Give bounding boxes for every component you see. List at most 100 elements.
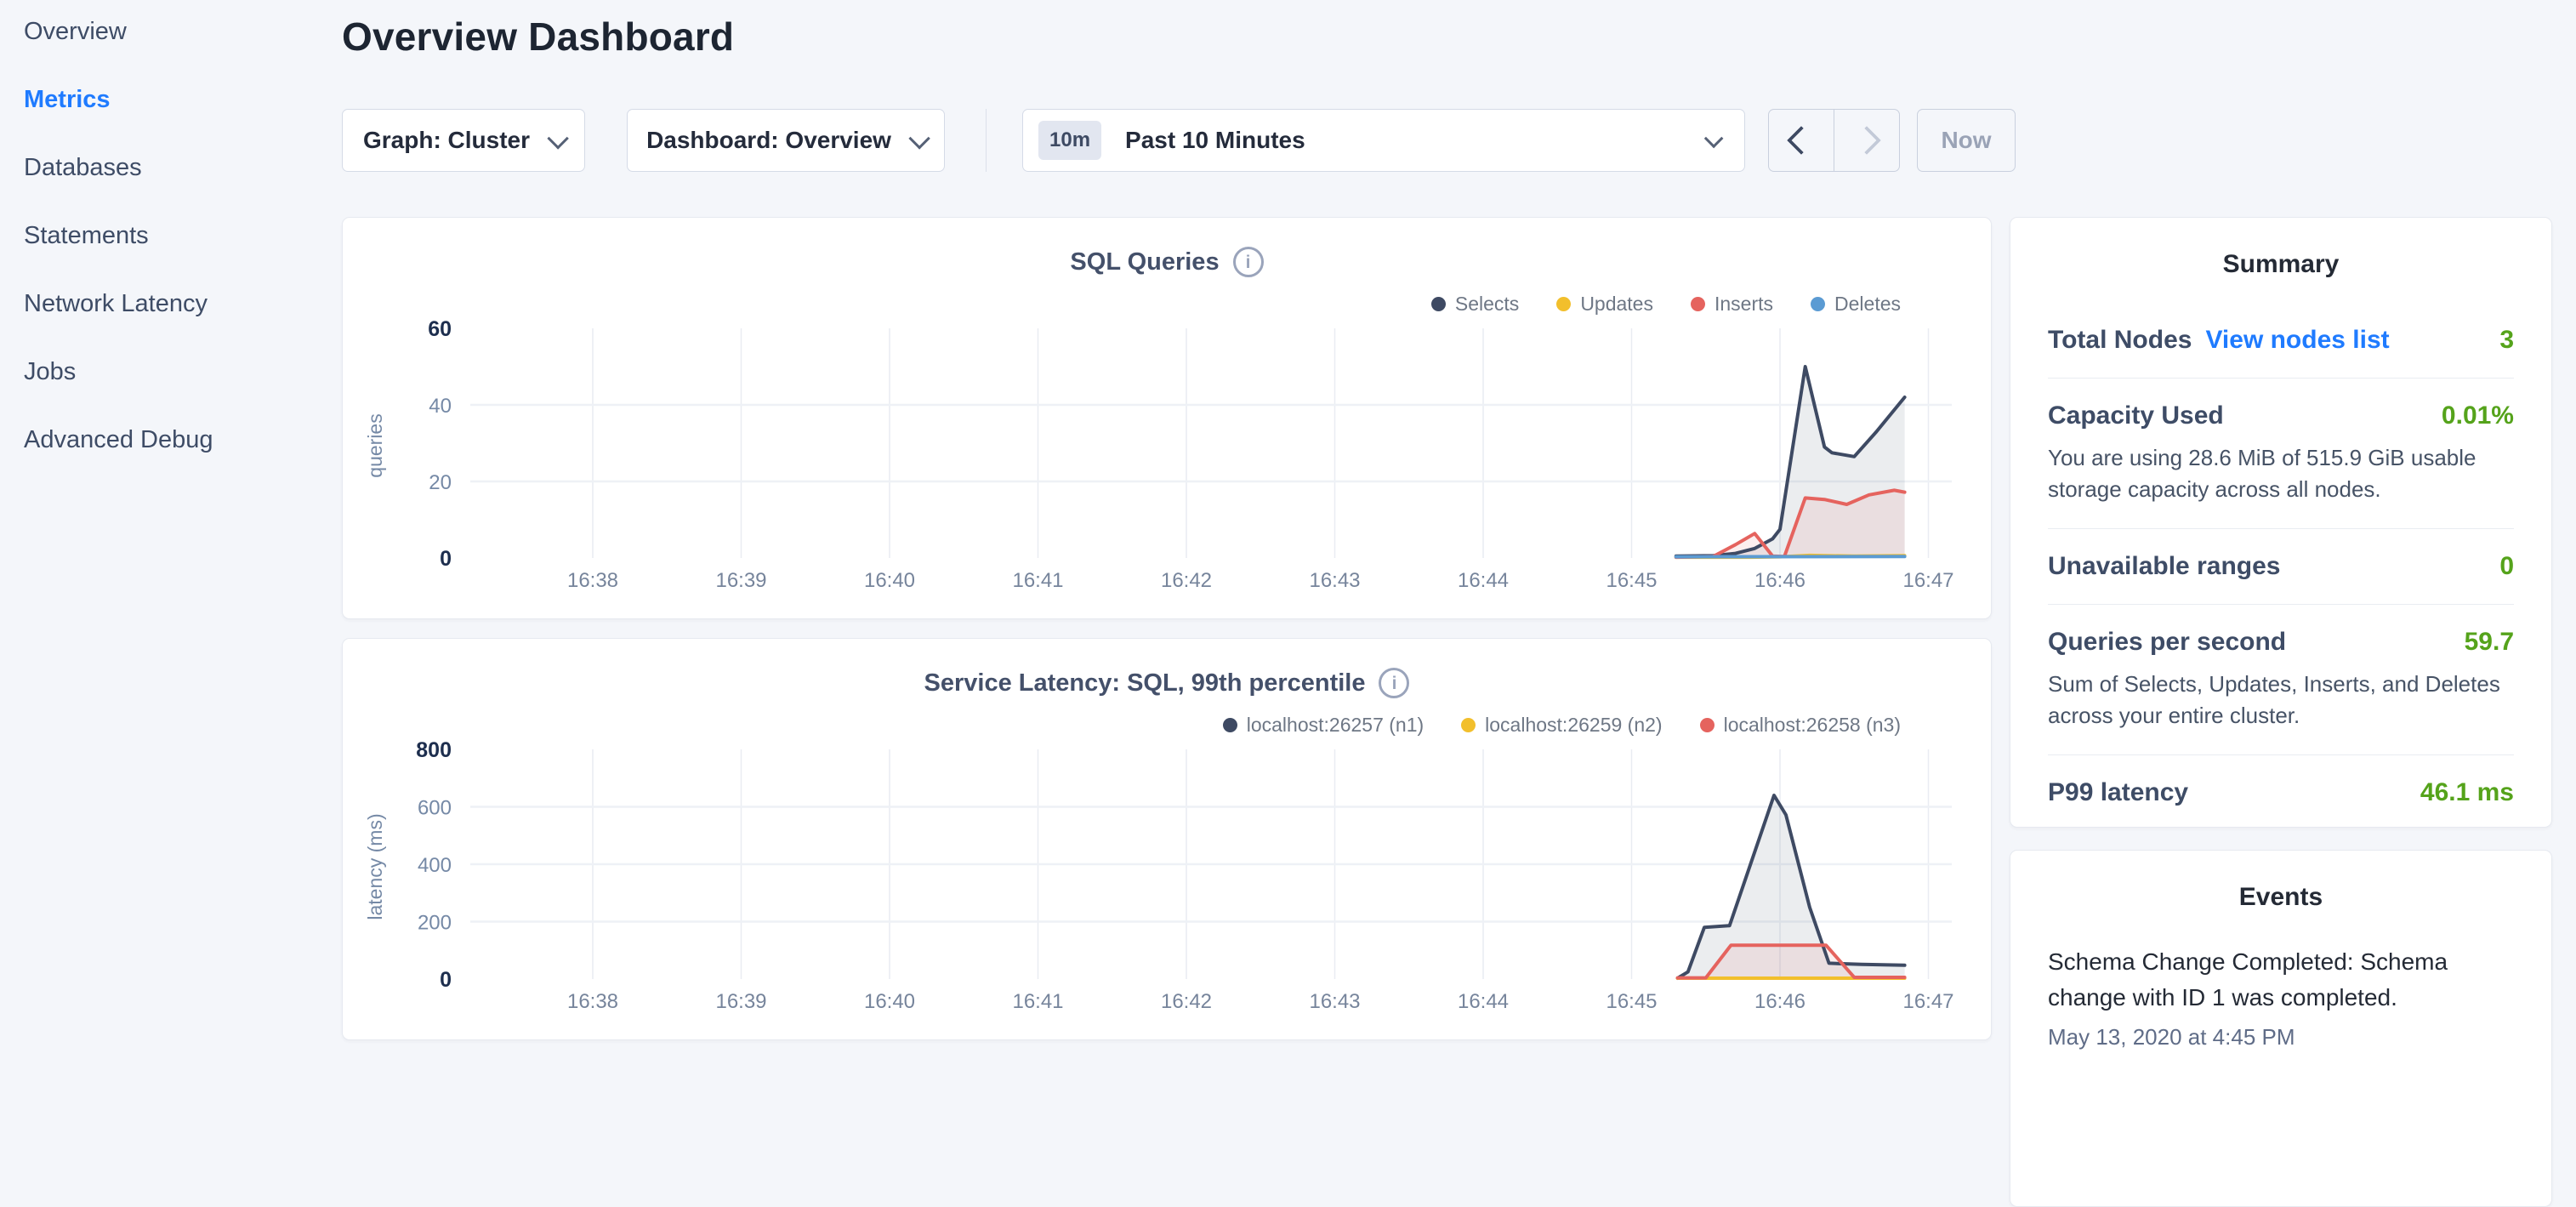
sidebar-item-network-latency[interactable]: Network Latency: [24, 289, 313, 318]
sql-queries-chart-card: SQL Queries i Selects Updates Inserts Delet…: [342, 217, 1992, 619]
legend-label: Deletes: [1834, 293, 1901, 316]
svg-text:queries: queries: [364, 413, 386, 477]
svg-text:16:40: 16:40: [864, 569, 915, 592]
event-item[interactable]: Schema Change Completed: Schema change w…: [2048, 944, 2514, 1050]
svg-text:16:39: 16:39: [715, 569, 766, 592]
sidebar-item-jobs[interactable]: Jobs: [24, 357, 313, 386]
svg-text:16:38: 16:38: [567, 569, 618, 592]
svg-text:16:45: 16:45: [1606, 569, 1657, 592]
sidebar-item-metrics[interactable]: Metrics: [24, 85, 313, 114]
legend-item-deletes: Deletes: [1811, 293, 1901, 316]
sidebar-item-overview[interactable]: Overview: [24, 17, 313, 46]
summary-row-unavailable-ranges: Unavailable ranges 0: [2048, 529, 2514, 605]
summary-value: 0.01%: [2442, 401, 2514, 430]
svg-text:16:47: 16:47: [1902, 990, 1953, 1013]
chart-legend: localhost:26257 (n1) localhost:26259 (n2)…: [1223, 714, 1901, 737]
sidebar-item-advanced-debug[interactable]: Advanced Debug: [24, 425, 313, 454]
legend-item-updates: Updates: [1556, 293, 1653, 316]
events-panel: Events Schema Change Completed: Schema c…: [2010, 850, 2552, 1207]
summary-label: Capacity Used: [2048, 401, 2224, 430]
summary-label: P99 latency: [2048, 778, 2188, 807]
svg-text:16:40: 16:40: [864, 990, 915, 1013]
chart-svg: 16:3816:3916:4016:4116:4216:4316:4416:45…: [343, 318, 1991, 612]
view-nodes-list-link[interactable]: View nodes list: [2205, 326, 2389, 355]
chart-legend: Selects Updates Inserts Deletes: [1431, 293, 1901, 316]
legend-label: localhost:26259 (n2): [1485, 714, 1662, 737]
chevron-right-icon: [1852, 126, 1881, 155]
svg-text:0: 0: [440, 968, 452, 992]
chart-title-row: SQL Queries i: [343, 247, 1991, 277]
sidebar: Overview Metrics Databases Statements Networ…: [24, 17, 313, 493]
summary-rows: Total NodesView nodes list3Capacity Used…: [2048, 303, 2514, 830]
summary-value: 0: [2499, 552, 2514, 581]
time-range-badge: 10m: [1038, 121, 1101, 160]
svg-text:20: 20: [429, 471, 452, 494]
chevron-down-icon: [1704, 129, 1724, 149]
legend-dot: [1691, 297, 1705, 311]
chevron-down-icon: [908, 128, 930, 149]
legend-item-localhost-26257-n1: localhost:26257 (n1): [1223, 714, 1424, 737]
svg-text:200: 200: [418, 912, 452, 935]
service-latency-plot: 16:3816:3916:4016:4116:4216:4316:4416:45…: [343, 739, 1991, 1033]
db-console-metrics-page: { "page": {"background": "#f4f6fa"}, "si…: [0, 0, 2576, 1051]
time-range-dropdown[interactable]: 10m Past 10 Minutes: [1022, 109, 1745, 172]
svg-text:16:43: 16:43: [1309, 569, 1360, 592]
svg-text:16:39: 16:39: [715, 990, 766, 1013]
svg-text:16:42: 16:42: [1161, 990, 1212, 1013]
summary-label: Unavailable ranges: [2048, 552, 2280, 581]
svg-text:16:46: 16:46: [1754, 990, 1805, 1013]
legend-dot: [1431, 297, 1446, 311]
legend-label: Selects: [1455, 293, 1519, 316]
legend-label: Updates: [1580, 293, 1653, 316]
svg-text:400: 400: [418, 854, 452, 877]
legend-label: Inserts: [1714, 293, 1773, 316]
legend-dot: [1556, 297, 1571, 311]
events-title: Events: [2048, 851, 2514, 912]
svg-text:16:47: 16:47: [1902, 569, 1953, 592]
time-range-label: Past 10 Minutes: [1125, 127, 1305, 154]
now-button[interactable]: Now: [1917, 109, 2016, 172]
legend-label: localhost:26257 (n1): [1247, 714, 1424, 737]
event-timestamp: May 13, 2020 at 4:45 PM: [2048, 1024, 2514, 1050]
time-window-back-button[interactable]: [1769, 110, 1834, 171]
summary-panel: Summary Total NodesView nodes list3Capac…: [2010, 217, 2552, 828]
summary-label: Queries per second: [2048, 628, 2286, 657]
graph-dropdown[interactable]: Graph: Cluster: [342, 109, 585, 172]
legend-dot: [1811, 297, 1825, 311]
info-icon[interactable]: i: [1379, 668, 1409, 698]
event-text: Schema Change Completed: Schema change w…: [2048, 944, 2514, 1016]
summary-title: Summary: [2048, 218, 2514, 279]
page-title: Overview Dashboard: [342, 14, 734, 60]
legend-item-localhost-26258-n3: localhost:26258 (n3): [1700, 714, 1901, 737]
dashboard-dropdown-label: Dashboard: Overview: [646, 127, 891, 154]
legend-item-selects: Selects: [1431, 293, 1519, 316]
svg-text:600: 600: [418, 797, 452, 820]
legend-item-localhost-26259-n2: localhost:26259 (n2): [1461, 714, 1662, 737]
legend-dot: [1223, 718, 1237, 732]
sidebar-item-databases[interactable]: Databases: [24, 153, 313, 182]
svg-text:16:46: 16:46: [1754, 569, 1805, 592]
summary-row-queries-per-second: Queries per second59.7Sum of Selects, Up…: [2048, 605, 2514, 755]
svg-text:0: 0: [440, 547, 452, 571]
summary-value: 46.1 ms: [2420, 778, 2514, 807]
sidebar-item-statements[interactable]: Statements: [24, 221, 313, 250]
svg-text:16:44: 16:44: [1458, 990, 1509, 1013]
toolbar-divider: [986, 109, 987, 172]
svg-text:16:41: 16:41: [1012, 569, 1063, 592]
svg-text:16:41: 16:41: [1012, 990, 1063, 1013]
chevron-down-icon: [547, 128, 568, 149]
legend-label: localhost:26258 (n3): [1724, 714, 1901, 737]
info-icon[interactable]: i: [1233, 247, 1264, 277]
chart-title-row: Service Latency: SQL, 99th percentile i: [343, 668, 1991, 698]
legend-dot: [1461, 718, 1476, 732]
svg-text:latency (ms): latency (ms): [364, 813, 386, 919]
summary-description: You are using 28.6 MiB of 515.9 GiB usab…: [2048, 442, 2514, 505]
dashboard-dropdown[interactable]: Dashboard: Overview: [627, 109, 945, 172]
time-window-forward-button[interactable]: [1834, 110, 1899, 171]
svg-text:16:45: 16:45: [1606, 990, 1657, 1013]
service-latency-chart-card: Service Latency: SQL, 99th percentile i …: [342, 638, 1992, 1040]
svg-text:16:44: 16:44: [1458, 569, 1509, 592]
events-list: Schema Change Completed: Schema change w…: [2048, 944, 2514, 1050]
summary-label: Total Nodes: [2048, 326, 2192, 355]
svg-text:16:38: 16:38: [567, 990, 618, 1013]
